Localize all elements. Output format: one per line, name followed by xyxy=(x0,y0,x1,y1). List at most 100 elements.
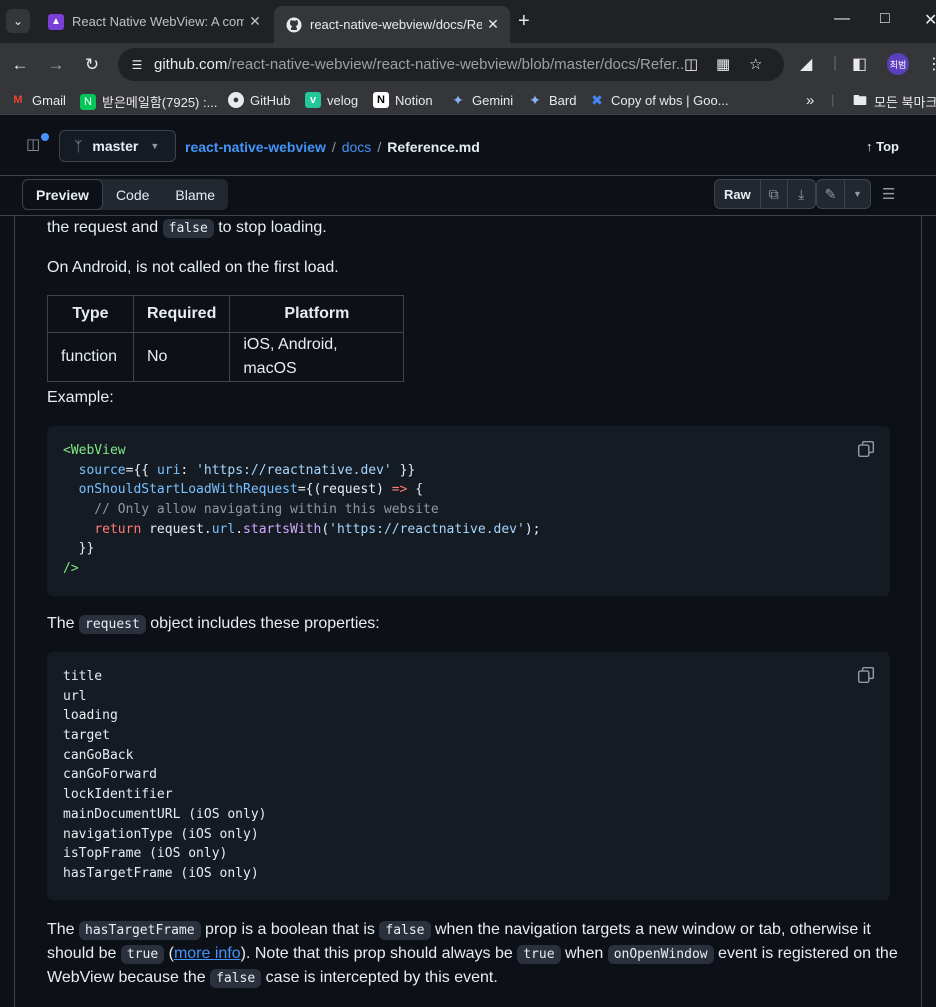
url-path: /react-native-webview/react-native-webvi… xyxy=(227,56,684,73)
code-line: /> xyxy=(63,561,79,577)
code-block-properties: title url loading target canGoBack canGo… xyxy=(47,652,890,900)
inline-code: onOpenWindow xyxy=(607,945,714,964)
code-line: canGoForward xyxy=(63,767,157,783)
react-native-webview-favicon-icon: ▲ xyxy=(48,13,64,30)
inline-code: false xyxy=(162,219,214,238)
bookmark-all-folder[interactable]: 🖿 모든 북마크 xyxy=(852,92,936,111)
paragraph: The request object includes these proper… xyxy=(47,615,380,634)
folder-icon: 🖿 xyxy=(853,91,867,108)
translate-icon[interactable]: ▦ xyxy=(716,55,730,73)
browser-tab[interactable]: ▲ React Native WebView: A com ✕ xyxy=(36,6,272,37)
paragraph: Example: xyxy=(47,389,114,406)
forward-arrow-icon[interactable]: → xyxy=(44,53,68,77)
edit-pencil-icon[interactable]: ✎ xyxy=(817,180,845,208)
breadcrumb-repo-link[interactable]: react-native-webview xyxy=(185,139,326,155)
table-header: Type xyxy=(47,295,134,333)
bookmark-gemini[interactable]: ✦ Gemini xyxy=(450,92,513,108)
breadcrumb: react-native-webview / docs / Reference.… xyxy=(185,139,480,155)
github-favicon-icon xyxy=(286,17,302,33)
code-line: target xyxy=(63,728,110,744)
arrow-up-icon: ↑ xyxy=(866,139,873,154)
view-mode-switch: Preview Code Blame xyxy=(22,179,229,210)
bookmark-mail[interactable]: N 받은메일함(7925) :... xyxy=(80,92,217,111)
breadcrumb-filename: Reference.md xyxy=(387,139,480,155)
tab-search-button[interactable]: ⌄ xyxy=(6,9,30,33)
site-info-icon[interactable]: ☰ xyxy=(126,54,148,76)
copy-icon[interactable] xyxy=(857,440,875,458)
breadcrumb-docs-link[interactable]: docs xyxy=(342,139,372,155)
paragraph: WebView because the false case is interc… xyxy=(47,969,498,988)
velog-icon: v xyxy=(305,92,321,108)
code-line: <WebView xyxy=(63,443,126,458)
paragraph: On Android, is not called on the first l… xyxy=(47,259,339,276)
notion-icon: N xyxy=(373,92,389,108)
side-panel-icon[interactable]: ◧ xyxy=(852,54,867,74)
inline-code: true xyxy=(517,945,561,964)
code-line: title xyxy=(63,669,103,684)
close-window-icon[interactable]: ✕ xyxy=(924,10,936,30)
tab-preview[interactable]: Preview xyxy=(22,179,103,210)
more-bookmarks-icon[interactable]: » xyxy=(806,92,814,109)
code-line: mainDocumentURL (iOS only) xyxy=(63,806,267,822)
props-table: Type Required Platform function No iOS, … xyxy=(47,295,405,382)
reload-icon[interactable]: ↻ xyxy=(80,53,104,77)
code-line: hasTargetFrame (iOS only) xyxy=(63,865,259,881)
toolbar-separator: | xyxy=(833,54,838,71)
bookmark-wbs[interactable]: ✖ Copy of wbs | Goo... xyxy=(589,92,728,108)
minimize-icon[interactable]: — xyxy=(834,10,850,28)
gemini-sparkle-icon: ✦ xyxy=(452,91,464,108)
raw-button[interactable]: Raw xyxy=(715,180,761,208)
bookmark-bard[interactable]: ✦ Bard xyxy=(527,92,576,108)
copy-icon[interactable] xyxy=(857,666,875,684)
bookmarks-separator: | xyxy=(831,92,835,107)
github-icon: ● xyxy=(228,92,244,108)
download-icon[interactable]: ⤓ xyxy=(788,180,815,208)
file-tree-toggle-icon[interactable]: ◫ xyxy=(26,133,50,157)
more-info-link[interactable]: more info xyxy=(174,945,241,962)
tab-blame[interactable]: Blame xyxy=(162,179,228,210)
bookmark-velog[interactable]: v velog xyxy=(305,92,358,108)
naver-mail-icon: N xyxy=(80,93,96,110)
profile-avatar[interactable]: 최범 xyxy=(887,53,909,75)
code-line: lockIdentifier xyxy=(63,787,173,803)
table-cell: function xyxy=(47,332,134,382)
menu-dots-icon[interactable]: ⋮ xyxy=(926,54,936,74)
close-tab-icon[interactable]: ✕ xyxy=(482,16,504,33)
browser-tab-active[interactable]: react-native-webview/docs/Ref ✕ xyxy=(274,6,510,43)
outline-list-icon[interactable]: ☰ xyxy=(882,185,895,203)
chevron-down-icon: ▼ xyxy=(150,141,160,151)
code-line: canGoBack xyxy=(63,747,134,763)
bard-sparkle-icon: ✦ xyxy=(529,91,541,108)
install-app-icon[interactable]: ◫ xyxy=(684,55,698,73)
table-header: Required xyxy=(132,295,231,333)
file-header: ◫ ᛉ master ▼ react-native-webview / docs… xyxy=(0,115,936,216)
inline-code: true xyxy=(120,945,165,964)
bookmarks-bar: M Gmail N 받은메일함(7925) :... ● GitHub v velog … xyxy=(0,87,936,115)
table-cell: No xyxy=(132,332,231,382)
tab-code[interactable]: Code xyxy=(103,179,162,210)
branch-selector[interactable]: ᛉ master ▼ xyxy=(59,130,176,162)
maximize-icon[interactable]: □ xyxy=(880,10,890,28)
back-arrow-icon[interactable]: ← xyxy=(8,53,32,77)
address-bar[interactable]: ☰ github.com/react-native-webview/react-… xyxy=(118,48,784,81)
edit-dropdown-chevron-icon[interactable]: ▼ xyxy=(845,180,870,208)
extensions-icon[interactable]: ◢ xyxy=(800,54,812,74)
gmail-icon: M xyxy=(13,94,23,106)
code-line: }} xyxy=(63,541,95,557)
bookmark-github[interactable]: ● GitHub xyxy=(228,92,290,108)
bookmark-notion[interactable]: N Notion xyxy=(373,92,433,108)
code-line: isTopFrame (iOS only) xyxy=(63,846,228,862)
table-cell: iOS, Android, macOS xyxy=(229,332,405,382)
browser-tab-strip: ⌄ ▲ React Native WebView: A com ✕ react-… xyxy=(0,0,936,43)
browser-toolbar: ← → ↻ ☰ github.com/react-native-webview/… xyxy=(0,43,936,87)
back-to-top-button[interactable]: ↑ Top xyxy=(866,139,899,154)
copy-raw-icon[interactable]: ⧉ xyxy=(761,180,788,208)
git-branch-icon: ᛉ xyxy=(74,138,83,154)
new-tab-icon[interactable]: + xyxy=(518,11,530,31)
notification-dot xyxy=(41,133,49,141)
close-tab-icon[interactable]: ✕ xyxy=(244,13,266,30)
paragraph: should be true (more info). Note that th… xyxy=(47,945,898,964)
bookmark-star-icon[interactable]: ☆ xyxy=(749,55,762,73)
raw-actions-group: Raw ⧉ ⤓ xyxy=(714,179,816,209)
bookmark-gmail[interactable]: M Gmail xyxy=(10,92,66,108)
